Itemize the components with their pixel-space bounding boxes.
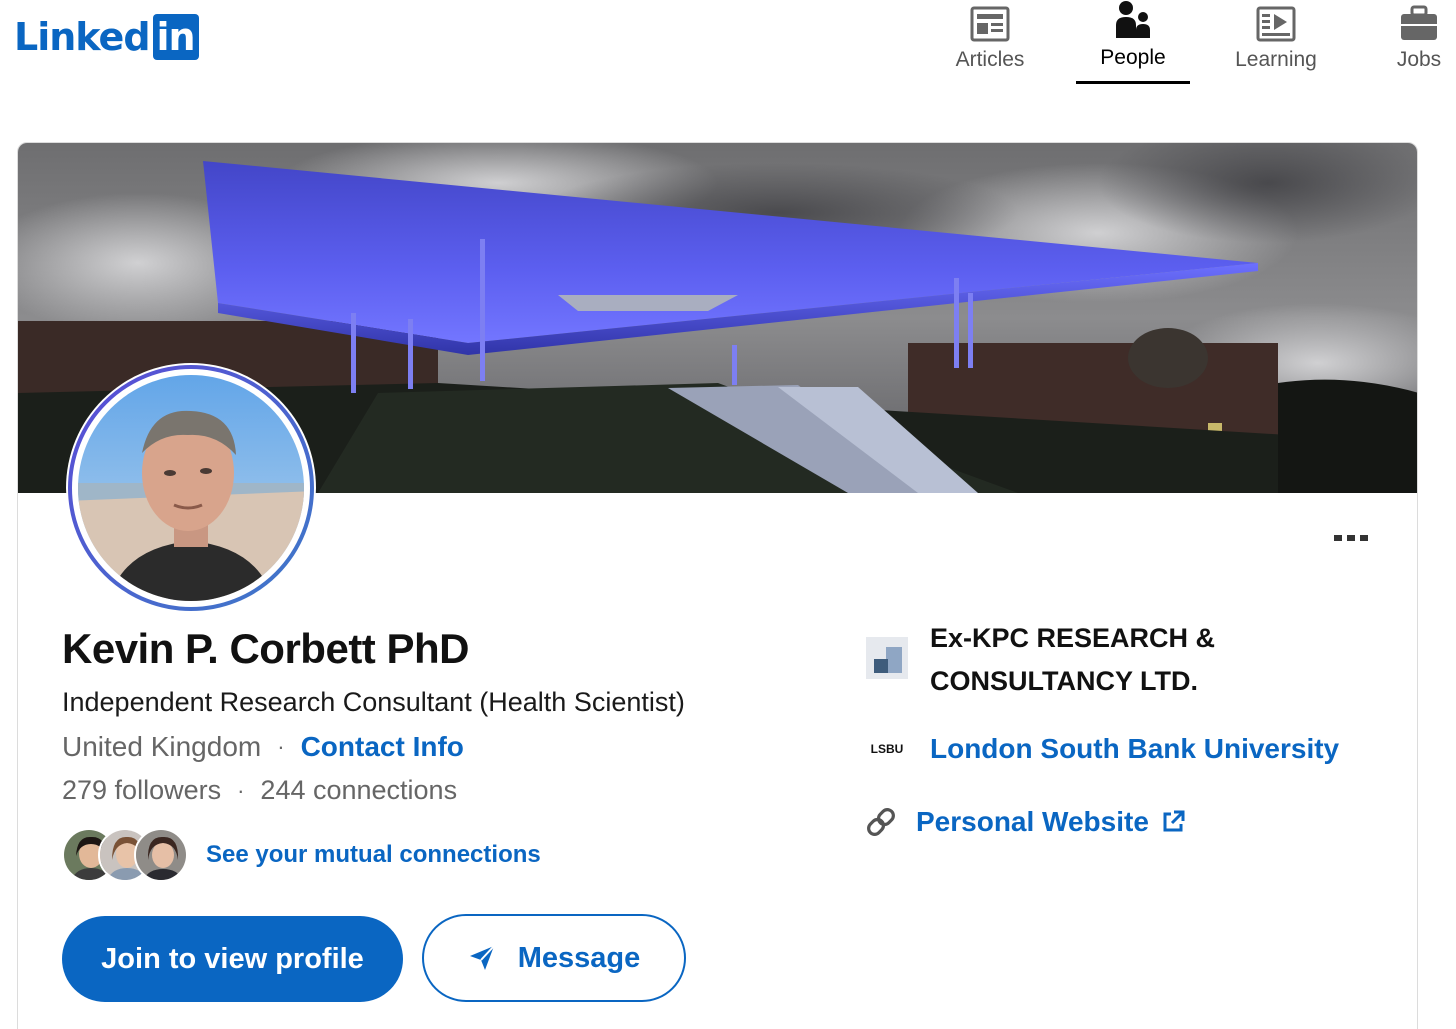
stats-row: 279 followers · 244 connections bbox=[62, 775, 457, 806]
link-icon bbox=[867, 808, 895, 836]
profile-location: United Kingdom bbox=[62, 731, 262, 762]
profile-name: Kevin P. Corbett PhD bbox=[62, 625, 469, 672]
briefcase-icon bbox=[1401, 5, 1437, 40]
send-icon bbox=[469, 945, 495, 970]
people-icon bbox=[1116, 1, 1150, 38]
profile-headline: Independent Research Consultant (Health … bbox=[62, 687, 685, 717]
more-dot-icon bbox=[1347, 535, 1355, 541]
company-logo-icon bbox=[866, 637, 908, 679]
more-dot-icon bbox=[1360, 535, 1368, 541]
nav-people-label: People bbox=[1100, 46, 1166, 69]
message-button-label: Message bbox=[517, 941, 641, 974]
articles-icon bbox=[970, 6, 1010, 42]
join-to-view-profile-button[interactable]: Join to view profile bbox=[62, 916, 403, 1002]
nav-jobs[interactable]: Jobs bbox=[1388, 0, 1450, 84]
personal-website-link[interactable]: Personal Website bbox=[916, 806, 1185, 838]
education-item[interactable]: LSBU London South Bank University bbox=[866, 733, 1339, 765]
avatar-photo bbox=[68, 365, 314, 611]
education-name: London South Bank University bbox=[930, 733, 1340, 764]
contact-info-link[interactable]: Contact Info bbox=[301, 731, 464, 763]
lsbu-logo: LSBU bbox=[870, 742, 904, 756]
nav-learning[interactable]: Learning bbox=[1226, 0, 1326, 84]
external-link-icon bbox=[1163, 810, 1185, 832]
logo-wordmark: Linked bbox=[14, 15, 151, 59]
followers-count: 279 followers bbox=[62, 775, 222, 805]
current-company[interactable]: Ex-KPC RESEARCH & CONSULTANCY LTD. bbox=[866, 617, 1417, 703]
more-options-button[interactable] bbox=[1328, 523, 1374, 553]
nav-articles[interactable]: Articles bbox=[946, 0, 1034, 84]
active-tab-indicator bbox=[1076, 81, 1190, 84]
message-button[interactable]: Message bbox=[422, 914, 686, 1002]
logo-in-box: in bbox=[152, 14, 199, 60]
location-row: United Kingdom · Contact Info bbox=[62, 731, 464, 763]
more-dot-icon bbox=[1334, 535, 1342, 541]
connections-count: 244 connections bbox=[260, 775, 458, 805]
separator-dot: · bbox=[237, 777, 245, 803]
nav-jobs-label: Jobs bbox=[1396, 48, 1442, 71]
mutual-avatars bbox=[62, 827, 190, 883]
personal-website-label: Personal Website bbox=[916, 806, 1149, 837]
separator-dot: · bbox=[277, 734, 285, 759]
linkedin-logo[interactable]: Linked in bbox=[14, 14, 199, 60]
nav-learning-label: Learning bbox=[1235, 48, 1317, 71]
personal-website[interactable]: Personal Website bbox=[864, 805, 1185, 839]
mutual-connections-link[interactable]: See your mutual connections bbox=[206, 841, 541, 869]
profile-avatar[interactable] bbox=[66, 363, 316, 613]
mutual-avatar bbox=[134, 828, 188, 882]
nav-articles-label: Articles bbox=[955, 48, 1025, 71]
mutual-connections[interactable]: See your mutual connections bbox=[62, 827, 541, 883]
profile-card: Kevin P. Corbett PhD Independent Researc… bbox=[17, 142, 1418, 1029]
company-name: Ex-KPC RESEARCH & CONSULTANCY LTD. bbox=[930, 623, 1216, 696]
learning-icon bbox=[1256, 6, 1296, 42]
nav-people[interactable]: People bbox=[1076, 0, 1190, 84]
